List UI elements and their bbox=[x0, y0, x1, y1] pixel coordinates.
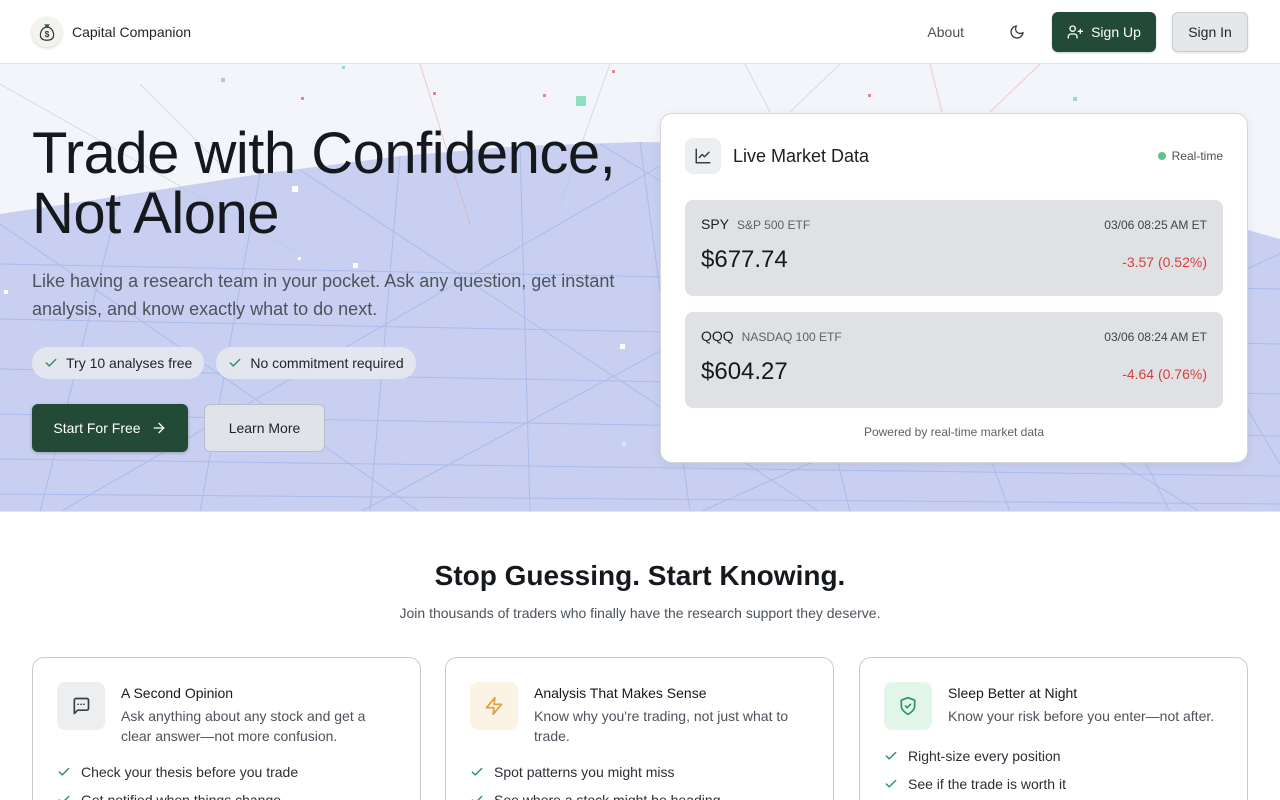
features-subtitle: Join thousands of traders who finally ha… bbox=[399, 605, 881, 621]
quote-description: NASDAQ 100 ETF bbox=[741, 330, 842, 344]
hero-title-line-1: Trade with Confidence, bbox=[32, 121, 616, 186]
svg-text:$: $ bbox=[45, 30, 50, 39]
learn-more-button[interactable]: Learn More bbox=[204, 404, 325, 452]
feature-description: Know your risk before you enter—not afte… bbox=[948, 708, 1215, 724]
feature-list-item-label: Get notified when things change bbox=[81, 792, 282, 800]
live-indicator: Real-time bbox=[1157, 149, 1223, 163]
feature-description: Ask anything about any stock and get a c… bbox=[121, 708, 366, 744]
sign-up-label: Sign Up bbox=[1091, 23, 1141, 40]
chat-icon bbox=[57, 682, 105, 730]
hero-section: Trade with Confidence, Not Alone Like ha… bbox=[0, 64, 1280, 512]
nav-actions: About Sign Up Sign In bbox=[927, 11, 1248, 52]
check-icon bbox=[885, 751, 897, 760]
benefit-pill: No commitment required bbox=[216, 347, 416, 379]
benefit-pill-label: No commitment required bbox=[250, 355, 404, 371]
feature-list-item: Spot patterns you might miss bbox=[470, 758, 809, 786]
quote-description: S&P 500 ETF bbox=[737, 218, 811, 232]
check-icon bbox=[471, 767, 483, 776]
market-card-footer: Powered by real-time market data bbox=[863, 425, 1045, 439]
brand[interactable]: $ Capital Companion bbox=[32, 16, 192, 47]
feature-card-second-opinion: A Second Opinion Ask anything about any … bbox=[32, 657, 421, 800]
quote-price: $677.74 bbox=[701, 246, 788, 273]
feature-title: Sleep Better at Night bbox=[948, 685, 1078, 701]
feature-description: Know why you're trading, not just what t… bbox=[534, 708, 789, 744]
line-chart-icon bbox=[685, 138, 721, 174]
feature-list-item-label: See where a stock might be heading bbox=[494, 792, 721, 800]
shield-check-icon bbox=[884, 682, 932, 730]
feature-list: Right-size every position See if the tra… bbox=[884, 742, 1223, 798]
feature-list-item-label: See if the trade is worth it bbox=[908, 776, 1066, 792]
check-icon bbox=[885, 779, 897, 788]
hero-benefit-pills: Try 10 analyses free No commitment requi… bbox=[32, 347, 416, 379]
check-icon bbox=[229, 358, 241, 367]
feature-title: A Second Opinion bbox=[121, 685, 234, 701]
feature-list-item-label: Right-size every position bbox=[908, 748, 1061, 764]
quote-price: $604.27 bbox=[701, 358, 788, 385]
sign-up-button[interactable]: Sign Up bbox=[1052, 11, 1156, 52]
sign-in-button[interactable]: Sign In bbox=[1172, 11, 1248, 52]
check-icon bbox=[45, 358, 57, 367]
check-icon bbox=[471, 795, 483, 800]
arrow-right-icon bbox=[153, 422, 164, 434]
check-icon bbox=[58, 767, 70, 776]
live-market-data-card: Live Market Data Real-time SPY S&P 500 E… bbox=[660, 113, 1248, 463]
start-for-free-button[interactable]: Start For Free bbox=[32, 404, 188, 452]
quote-row-spy[interactable]: SPY S&P 500 ETF 03/06 08:25 AM ET $677.7… bbox=[685, 200, 1223, 296]
feature-title: Analysis That Makes Sense bbox=[534, 685, 707, 701]
quote-timestamp: 03/06 08:25 AM ET bbox=[1104, 218, 1207, 232]
check-icon bbox=[58, 795, 70, 800]
quote-change: -4.64 (0.76%) bbox=[1122, 366, 1207, 382]
quote-change: -3.57 (0.52%) bbox=[1122, 254, 1207, 270]
hero-actions: Start For Free Learn More bbox=[32, 404, 325, 452]
feature-list-item: Get notified when things change bbox=[57, 786, 396, 800]
feature-card-sleep-better: Sleep Better at Night Know your risk bef… bbox=[859, 657, 1248, 800]
about-link[interactable]: About bbox=[927, 24, 964, 40]
feature-list-item: See where a stock might be heading bbox=[470, 786, 809, 800]
top-navbar: $ Capital Companion About Sign Up Sign I… bbox=[0, 0, 1280, 64]
feature-list: Spot patterns you might miss See where a… bbox=[470, 758, 809, 800]
quote-symbol: SPY bbox=[701, 216, 730, 232]
benefit-pill: Try 10 analyses free bbox=[32, 347, 205, 379]
lightning-icon bbox=[470, 682, 518, 730]
quote-row-qqq[interactable]: QQQ NASDAQ 100 ETF 03/06 08:24 AM ET $60… bbox=[685, 312, 1223, 408]
feature-list-item-label: Spot patterns you might miss bbox=[494, 764, 675, 780]
feature-list-item-label: Check your thesis before you trade bbox=[81, 764, 299, 780]
quote-timestamp: 03/06 08:24 AM ET bbox=[1104, 330, 1207, 344]
feature-list-item: Right-size every position bbox=[884, 742, 1223, 770]
start-for-free-label: Start For Free bbox=[53, 420, 141, 436]
benefit-pill-label: Try 10 analyses free bbox=[66, 355, 193, 371]
feature-list-item: See if the trade is worth it bbox=[884, 770, 1223, 798]
live-dot bbox=[1157, 152, 1166, 160]
feature-list: Check your thesis before you trade Get n… bbox=[57, 758, 396, 800]
feature-card-analysis: Analysis That Makes Sense Know why you'r… bbox=[445, 657, 834, 800]
hero-title-line-2: Not Alone bbox=[32, 181, 280, 246]
hero-title: Trade with Confidence, Not Alone bbox=[32, 124, 652, 244]
feature-list-item: Check your thesis before you trade bbox=[57, 758, 396, 786]
live-label: Real-time bbox=[1171, 149, 1223, 163]
hero-subtitle: Like having a research team in your pock… bbox=[32, 271, 615, 319]
moon-icon bbox=[1010, 24, 1024, 39]
features-title: Stop Guessing. Start Knowing. bbox=[434, 560, 846, 591]
theme-toggle-button[interactable] bbox=[1000, 15, 1034, 49]
market-card-title: Live Market Data bbox=[733, 145, 870, 166]
market-card-header: Live Market Data Real-time bbox=[685, 138, 1223, 174]
user-plus-icon bbox=[1067, 24, 1084, 39]
money-bag-icon: $ bbox=[32, 16, 62, 47]
brand-name: Capital Companion bbox=[72, 23, 192, 40]
quote-symbol: QQQ bbox=[701, 328, 734, 344]
